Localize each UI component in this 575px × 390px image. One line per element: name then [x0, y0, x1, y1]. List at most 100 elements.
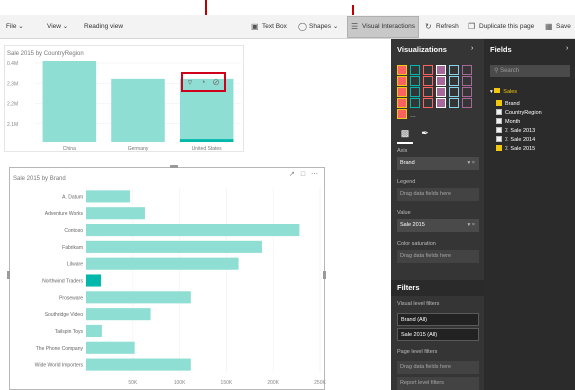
fields-search-input[interactable]: ⚲ Search: [490, 65, 570, 77]
page-level-filters-label: Page level filters: [397, 349, 438, 355]
table-sales[interactable]: ▾ Sales: [490, 88, 517, 97]
donut-icon[interactable]: [423, 87, 433, 97]
brand-label: The Phone Company: [36, 346, 84, 352]
filled-map-icon[interactable]: [462, 87, 472, 97]
visual-header-icons[interactable]: ↗ □ ⋯: [289, 170, 320, 178]
filter-sale-2015[interactable]: Sale 2015 (All): [397, 328, 479, 341]
well-slot-2[interactable]: Sale 2015 ▾ ×: [397, 219, 479, 232]
field-item[interactable]: Σ Sale 2015: [496, 145, 535, 154]
field-checkbox[interactable]: [496, 145, 502, 151]
resize-handle-right[interactable]: [323, 271, 326, 279]
line-column-icon[interactable]: [436, 76, 446, 86]
collapse-arrow-icon[interactable]: ›: [471, 45, 473, 52]
format-paint-icon[interactable]: ✒: [419, 127, 431, 139]
search-placeholder: Search: [500, 68, 520, 74]
pie-chart-icon[interactable]: [410, 87, 420, 97]
gauge-icon[interactable]: [410, 98, 420, 108]
collapse-fields-icon[interactable]: ›: [566, 45, 568, 52]
table-icon[interactable]: [397, 109, 407, 119]
percent-bar-icon[interactable]: [449, 65, 459, 75]
percent-column-icon[interactable]: [462, 65, 472, 75]
field-item[interactable]: CountryRegion: [496, 109, 542, 118]
brand-bar[interactable]: [86, 324, 102, 338]
highlight-icon[interactable]: ◔: [198, 77, 208, 87]
stacked-column-icon[interactable]: [410, 65, 420, 75]
field-checkbox[interactable]: [496, 118, 502, 124]
text-box-icon: ▣: [251, 22, 259, 31]
more-visuals-button[interactable]: ...: [410, 112, 416, 119]
fields-tab-icon[interactable]: ▩: [399, 127, 411, 139]
stacked-bar-icon[interactable]: [397, 65, 407, 75]
report-level-drop-zone[interactable]: Report level filters: [397, 377, 479, 390]
bar-chart-visual[interactable]: ↗ □ ⋯ Sale 2015 by Brand 50K 100K 150K 200K…: [9, 167, 326, 390]
field-name: Brand: [505, 101, 520, 107]
brand-label: A. Datum: [62, 194, 83, 200]
field-item[interactable]: Month: [496, 118, 520, 127]
view-menu[interactable]: View ⌄: [47, 15, 68, 39]
stacked-area-icon[interactable]: [423, 76, 433, 86]
brand-bar[interactable]: [86, 207, 145, 220]
refresh-button[interactable]: ↻ Refresh: [425, 15, 459, 39]
column-bar[interactable]: [111, 78, 165, 142]
map-icon[interactable]: [449, 87, 459, 97]
brand-bar[interactable]: [86, 308, 151, 321]
brand-bar[interactable]: [86, 358, 191, 371]
field-item[interactable]: Σ Sale 2013: [496, 127, 535, 136]
brand-bar[interactable]: [86, 190, 130, 203]
reading-view-button[interactable]: Reading view: [84, 15, 123, 39]
clustered-bar-icon[interactable]: [423, 65, 433, 75]
field-checkbox[interactable]: [496, 136, 502, 142]
none-icon[interactable]: ⊘: [211, 77, 221, 87]
kpi-icon[interactable]: [449, 98, 459, 108]
shapes-button[interactable]: ◯ Shapes ⌄: [298, 15, 338, 39]
line-chart-icon[interactable]: [397, 76, 407, 86]
well-slot-0[interactable]: Brand ▾ ×: [397, 157, 479, 170]
brand-bar[interactable]: [86, 341, 135, 354]
save-button[interactable]: ▦ Save: [545, 15, 571, 39]
field-item[interactable]: Brand: [496, 100, 520, 109]
ribbon-icon[interactable]: [449, 76, 459, 86]
clustered-column-icon[interactable]: [436, 65, 446, 75]
brand-bar[interactable]: [86, 223, 300, 237]
area-chart-icon[interactable]: [410, 76, 420, 86]
column-bar-highlight[interactable]: [179, 139, 234, 142]
y-tick-label: 0.4M: [7, 61, 18, 67]
field-item[interactable]: Σ Sale 2014: [496, 136, 535, 145]
file-menu[interactable]: File ⌄: [6, 15, 24, 39]
page-level-drop-zone[interactable]: Drag data fields here: [397, 361, 479, 374]
scatter-icon[interactable]: [397, 87, 407, 97]
field-checkbox[interactable]: [496, 100, 502, 106]
multirow-card-icon[interactable]: [436, 98, 446, 108]
column-chart-visual[interactable]: Sale 2015 by CountryRegion 0.4M 2.3M 2.2M 2…: [4, 45, 244, 152]
brand-label: Adventure Works: [45, 211, 84, 217]
card-icon[interactable]: [423, 98, 433, 108]
annotation-arrow-left: [205, 0, 207, 15]
text-box-button[interactable]: ▣ Text Box: [251, 15, 287, 39]
remove-field-icon[interactable]: ▾ ×: [467, 157, 475, 170]
y-tick-label: 2.1M: [7, 122, 18, 128]
brand-bar[interactable]: [86, 274, 101, 287]
waterfall-icon[interactable]: [462, 76, 472, 86]
filter-brand[interactable]: Brand (All): [397, 313, 479, 326]
resize-handle-left[interactable]: [7, 271, 10, 279]
field-checkbox[interactable]: [496, 109, 502, 115]
well-slot-3[interactable]: Drag data fields here: [397, 250, 479, 263]
sigma-icon: Σ: [505, 146, 509, 152]
field-name: Sale 2014: [510, 137, 536, 143]
field-checkbox[interactable]: [496, 127, 502, 133]
brand-bar[interactable]: [86, 291, 191, 304]
brand-bar[interactable]: [86, 257, 239, 270]
remove-field-icon[interactable]: ▾ ×: [467, 219, 475, 232]
column-bar[interactable]: [42, 61, 97, 142]
resize-handle-top[interactable]: [170, 165, 178, 168]
file-label: File: [6, 23, 17, 30]
visual-interactions-button[interactable]: ☰ Visual Interactions: [347, 16, 419, 38]
well-slot-1[interactable]: Drag data fields here: [397, 188, 479, 201]
field-name: Sale 2013: [510, 128, 536, 134]
slicer-icon[interactable]: [462, 98, 472, 108]
brand-bar[interactable]: [86, 240, 262, 253]
funnel-icon[interactable]: [397, 98, 407, 108]
treemap-icon[interactable]: [436, 87, 446, 97]
filter-icon[interactable]: ▿: [185, 77, 195, 87]
duplicate-page-button[interactable]: ❐ Duplicate this page: [468, 15, 534, 39]
